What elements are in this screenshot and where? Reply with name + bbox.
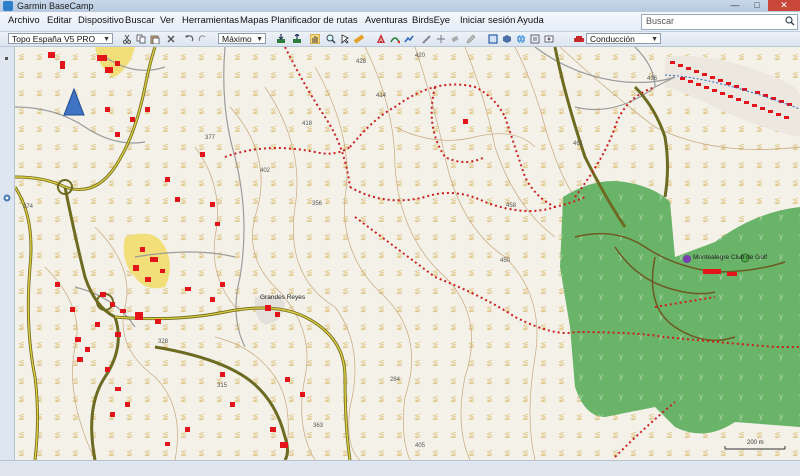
svg-text:414: 414 — [376, 93, 387, 99]
window-title: Garmin BaseCamp — [17, 1, 94, 11]
menu-mapas[interactable]: Mapas — [240, 15, 269, 26]
detail-level-value: Máximo — [222, 34, 252, 44]
menu-archivo[interactable]: Archivo — [8, 15, 40, 26]
menu-birdseye[interactable]: BirdsEye — [412, 15, 450, 26]
eraser-icon[interactable] — [450, 34, 460, 44]
svg-text:274: 274 — [23, 204, 34, 210]
cut-icon[interactable] — [122, 34, 132, 44]
panel-grip — [5, 57, 8, 60]
poi-icon[interactable] — [683, 255, 691, 263]
svg-text:328: 328 — [158, 339, 169, 345]
redo-icon[interactable] — [198, 34, 208, 44]
svg-text:405: 405 — [415, 443, 426, 449]
menu-dispositivo[interactable]: Dispositivo — [78, 15, 124, 26]
receive-from-device-icon[interactable] — [276, 34, 286, 44]
svg-text:436: 436 — [647, 76, 658, 82]
status-bar — [0, 460, 800, 476]
close-button[interactable]: ✕ — [768, 0, 800, 11]
menu-herramientas[interactable]: Herramientas — [182, 15, 239, 26]
trip-planner-icon[interactable] — [530, 34, 540, 44]
new-waypoint-icon[interactable]: A — [376, 34, 386, 44]
2d-view-icon[interactable] — [488, 34, 498, 44]
chevron-down-icon: ▼ — [256, 36, 263, 43]
profile-select[interactable]: Conducción ▼ — [586, 33, 661, 44]
svg-text:377: 377 — [205, 135, 216, 141]
svg-text:420: 420 — [415, 53, 426, 59]
photos-icon[interactable] — [544, 34, 554, 44]
menu-aventuras[interactable]: Aventuras — [365, 15, 408, 26]
zoom-icon[interactable] — [326, 34, 336, 44]
title-bar: Garmin BaseCamp — □ ✕ — [0, 0, 800, 12]
detail-level-select[interactable]: Máximo ▼ — [218, 33, 266, 44]
map-product-value: Topo España V5 PRO — [12, 34, 96, 44]
svg-text:315: 315 — [217, 383, 228, 389]
send-to-device-icon[interactable] — [292, 34, 302, 44]
pan-hand-icon[interactable] — [310, 34, 320, 44]
maximize-button[interactable]: □ — [746, 0, 768, 11]
menu-planificador[interactable]: Planificador de rutas — [271, 15, 358, 26]
menu-ayuda[interactable]: Ayuda — [517, 15, 544, 26]
svg-text:356: 356 — [312, 201, 323, 207]
edit-track-icon[interactable] — [422, 34, 432, 44]
car-profile-icon[interactable] — [574, 34, 584, 44]
menu-ver[interactable]: Ver — [160, 15, 174, 26]
new-track-icon[interactable] — [404, 34, 414, 44]
new-route-icon[interactable] — [390, 34, 400, 44]
svg-text:402: 402 — [260, 168, 271, 174]
map-canvas[interactable]: ≨ y — [15, 47, 800, 460]
poi-label: Montealegre Club de Golf — [693, 254, 767, 261]
chevron-down-icon: ▼ — [103, 36, 110, 43]
menu-editar[interactable]: Editar — [47, 15, 72, 26]
left-panel[interactable] — [0, 47, 15, 460]
gear-icon[interactable] — [2, 192, 12, 204]
svg-text:200 m: 200 m — [747, 440, 764, 446]
menu-iniciar-sesion[interactable]: Iniciar sesión — [460, 15, 515, 26]
svg-text:A: A — [379, 39, 383, 45]
village-label: Grandes Reyes — [260, 294, 306, 301]
svg-text:418: 418 — [302, 121, 313, 127]
svg-text:450: 450 — [500, 258, 511, 264]
chevron-down-icon: ▼ — [651, 36, 658, 43]
svg-text:284: 284 — [390, 377, 401, 383]
globe-icon[interactable] — [516, 34, 526, 44]
svg-text:458: 458 — [506, 203, 517, 209]
search-input[interactable]: Buscar — [641, 14, 798, 30]
map-product-select[interactable]: Topo España V5 PRO ▼ — [8, 33, 113, 44]
app-icon — [3, 1, 13, 11]
delete-icon[interactable] — [166, 34, 176, 44]
measure-icon[interactable] — [354, 34, 364, 44]
search-icon[interactable] — [785, 16, 795, 26]
pencil-icon[interactable] — [466, 34, 476, 44]
3d-view-icon[interactable] — [502, 34, 512, 44]
profile-value: Conducción — [590, 34, 635, 44]
toolbar: Topo España V5 PRO ▼ Máximo ▼ A Conducción… — [0, 32, 800, 47]
minimize-button[interactable]: — — [724, 0, 746, 11]
search-placeholder: Buscar — [646, 16, 675, 26]
svg-text:461: 461 — [573, 141, 584, 147]
menu-buscar[interactable]: Buscar — [125, 15, 155, 26]
paste-icon[interactable] — [150, 34, 160, 44]
copy-icon[interactable] — [136, 34, 146, 44]
select-arrow-icon[interactable] — [340, 34, 350, 44]
split-icon[interactable] — [436, 34, 446, 44]
svg-text:428: 428 — [356, 59, 367, 65]
svg-text:363: 363 — [313, 423, 324, 429]
map-view[interactable]: ≨ y — [15, 47, 800, 460]
undo-icon[interactable] — [184, 34, 194, 44]
